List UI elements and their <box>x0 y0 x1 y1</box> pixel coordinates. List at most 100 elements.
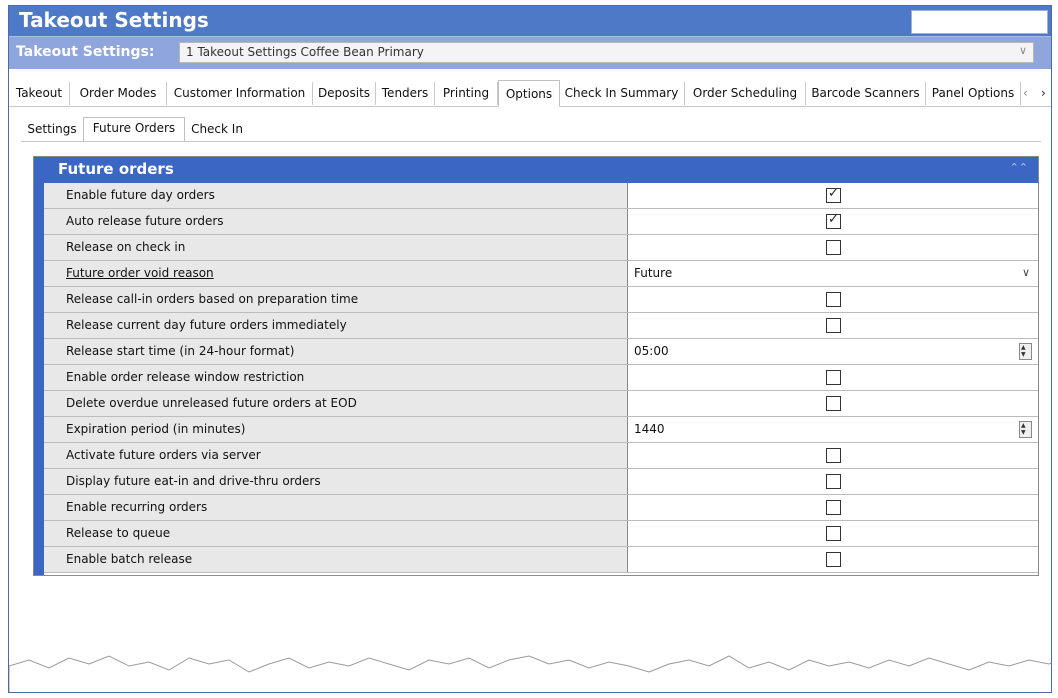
tab-tenders[interactable]: Tenders <box>376 82 435 105</box>
tab-order-modes[interactable]: Order Modes <box>70 82 167 105</box>
row-label-cell: Release start time (in 24-hour format) <box>44 339 628 364</box>
row-label-cell: Display future eat-in and drive-thru ord… <box>44 469 628 494</box>
tab-barcode-scanners[interactable]: Barcode Scanners <box>806 82 926 105</box>
settings-row: Display future eat-in and drive-thru ord… <box>44 469 1038 495</box>
tab-panel-options[interactable]: Panel Options <box>926 82 1021 105</box>
main-tabs: Takeout Order Modes Customer Information… <box>9 80 1051 107</box>
section-title: Future orders <box>58 160 174 178</box>
checkmark-icon: ✓ <box>828 186 839 201</box>
void-reason-dropdown[interactable]: Future ∨ <box>628 261 1038 286</box>
row-label: Release current day future orders immedi… <box>66 318 347 332</box>
spinner-icon[interactable]: ▲ ▼ <box>1019 343 1032 360</box>
subtab-future-orders[interactable]: Future Orders <box>83 117 185 142</box>
selector-value: 1 Takeout Settings Coffee Bean Primary <box>186 45 424 59</box>
settings-row: Enable batch release <box>44 547 1038 573</box>
row-label: Activate future orders via server <box>66 448 261 462</box>
checkbox[interactable] <box>826 318 841 333</box>
future-orders-section: Future orders ⌃⌃ Enable future day order… <box>33 156 1039 576</box>
settings-row: Release on check in <box>44 235 1038 261</box>
spin-down-icon[interactable]: ▼ <box>1021 430 1026 436</box>
subtab-check-in[interactable]: Check In <box>184 119 250 140</box>
settings-row: Expiration period (in minutes) 1440 ▲ ▼ <box>44 417 1038 443</box>
checkbox[interactable] <box>826 370 841 385</box>
row-label: Display future eat-in and drive-thru ord… <box>66 474 321 488</box>
torn-edge <box>9 655 1051 692</box>
settings-row: Release current day future orders immedi… <box>44 313 1038 339</box>
row-value-cell <box>628 469 1038 494</box>
row-label-cell: Enable recurring orders <box>44 495 628 520</box>
checkbox[interactable]: ✓ <box>826 212 841 229</box>
row-value-cell <box>628 313 1038 338</box>
spinner-field[interactable]: 05:00 ▲ ▼ <box>628 339 1038 364</box>
row-label-cell: Enable order release window restriction <box>44 365 628 390</box>
checkmark-icon: ✓ <box>828 212 839 227</box>
row-label-cell: Auto release future orders <box>44 209 628 234</box>
settings-row: Enable order release window restriction <box>44 365 1038 391</box>
settings-row: Future order void reason Future ∨ <box>44 261 1038 287</box>
tab-order-scheduling[interactable]: Order Scheduling <box>685 82 806 105</box>
tab-takeout[interactable]: Takeout <box>9 82 70 105</box>
checkbox[interactable] <box>826 292 841 307</box>
checkbox[interactable] <box>826 526 841 541</box>
row-label: Auto release future orders <box>66 214 224 228</box>
row-label-cell: Enable future day orders <box>44 183 628 208</box>
tab-deposits[interactable]: Deposits <box>313 82 376 105</box>
row-value-cell <box>628 521 1038 546</box>
spinner-icon[interactable]: ▲ ▼ <box>1019 421 1032 438</box>
title-bar: Takeout Settings <box>9 6 1051 36</box>
window-title: Takeout Settings <box>19 8 209 32</box>
row-label: Release on check in <box>66 240 186 254</box>
section-header[interactable]: Future orders ⌃⌃ <box>34 157 1038 183</box>
settings-row: Enable recurring orders <box>44 495 1038 521</box>
row-label[interactable]: Future order void reason <box>66 266 214 280</box>
dropdown-value: Future <box>634 266 673 280</box>
spinner-field[interactable]: 1440 ▲ ▼ <box>628 417 1038 442</box>
chevron-double-up-icon[interactable]: ⌃⌃ <box>1010 161 1028 174</box>
row-label: Expiration period (in minutes) <box>66 422 246 436</box>
checkbox[interactable] <box>826 240 841 255</box>
chevron-right-icon[interactable]: › <box>1041 82 1046 105</box>
settings-row: Delete overdue unreleased future orders … <box>44 391 1038 417</box>
tab-options[interactable]: Options <box>498 80 560 107</box>
checkbox[interactable] <box>826 500 841 515</box>
row-value-cell: ✓ <box>628 209 1038 234</box>
row-label: Enable future day orders <box>66 188 215 202</box>
row-label: Release to queue <box>66 526 171 540</box>
row-label-cell: Release current day future orders immedi… <box>44 313 628 338</box>
checkbox[interactable] <box>826 448 841 463</box>
settings-row: Auto release future orders ✓ <box>44 209 1038 235</box>
tab-customer-information[interactable]: Customer Information <box>167 82 313 105</box>
chevron-down-icon: ∨ <box>1018 44 1027 57</box>
section-accent-bar <box>34 183 44 575</box>
chevron-down-icon[interactable]: ∨ <box>1022 266 1030 279</box>
row-label-cell: Activate future orders via server <box>44 443 628 468</box>
settings-row: Release to queue <box>44 521 1038 547</box>
checkbox[interactable] <box>826 552 841 567</box>
tab-check-in-summary[interactable]: Check In Summary <box>559 82 685 105</box>
title-bar-field[interactable] <box>911 10 1048 34</box>
row-label-cell: Release on check in <box>44 235 628 260</box>
row-label-cell: Future order void reason <box>44 261 628 286</box>
row-value-cell: ✓ <box>628 183 1038 208</box>
tab-printing[interactable]: Printing <box>435 82 498 105</box>
spinner-value[interactable]: 1440 <box>634 422 665 436</box>
checkbox[interactable]: ✓ <box>826 186 841 203</box>
row-value-cell <box>628 495 1038 520</box>
spin-down-icon[interactable]: ▼ <box>1021 352 1026 358</box>
settings-row: Activate future orders via server <box>44 443 1038 469</box>
spinner-value[interactable]: 05:00 <box>634 344 669 358</box>
subtab-settings[interactable]: Settings <box>21 119 83 140</box>
settings-selector-dropdown[interactable]: 1 Takeout Settings Coffee Bean Primary ∨ <box>179 42 1034 63</box>
row-value-cell <box>628 365 1038 390</box>
selector-label: Takeout Settings: <box>16 44 155 60</box>
chevron-left-icon[interactable]: ‹ <box>1023 82 1028 105</box>
checkbox[interactable] <box>826 474 841 489</box>
settings-grid: Enable future day orders ✓ Auto release fu… <box>44 183 1038 573</box>
row-label-cell: Expiration period (in minutes) <box>44 417 628 442</box>
checkbox[interactable] <box>826 396 841 411</box>
row-label: Release call-in orders based on preparat… <box>66 292 359 306</box>
row-value-cell <box>628 235 1038 260</box>
row-value-cell <box>628 547 1038 572</box>
subtab-divider <box>21 141 1041 142</box>
settings-row: Enable future day orders ✓ <box>44 183 1038 209</box>
